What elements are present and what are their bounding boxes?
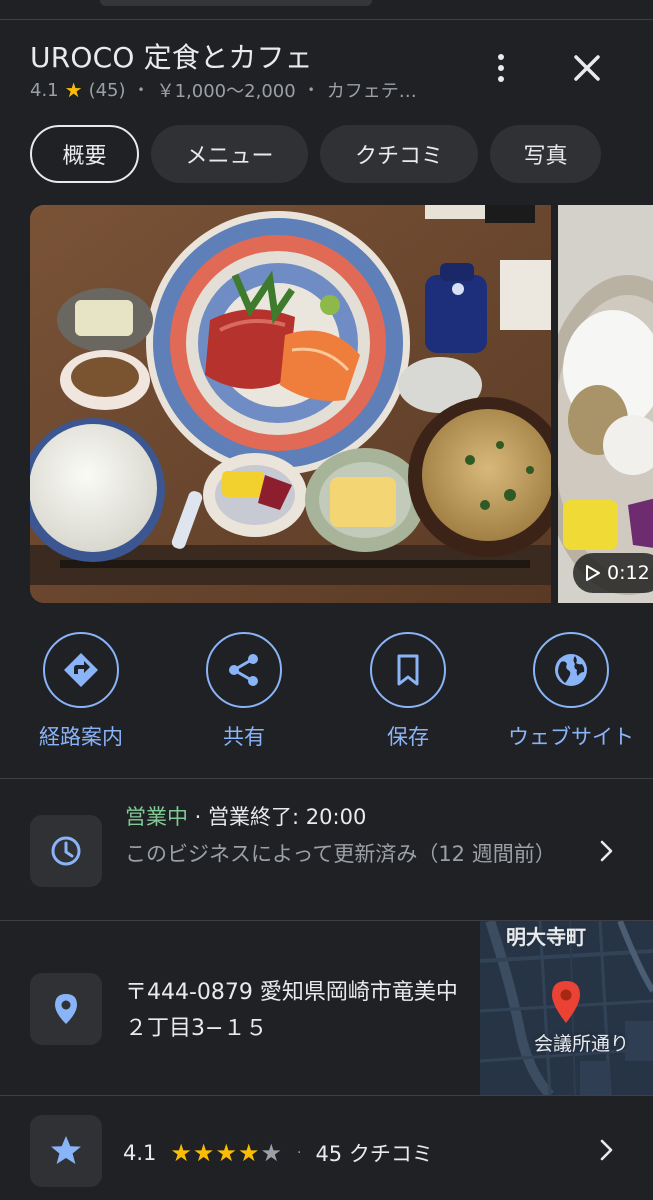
play-icon — [586, 565, 600, 581]
directions-button[interactable]: 経路案内 — [1, 632, 161, 751]
close-icon[interactable] — [566, 47, 608, 89]
clock-icon — [51, 836, 81, 866]
share-circle — [206, 632, 282, 708]
website-button[interactable]: ウェブサイト — [491, 632, 651, 751]
separator-dot: · — [296, 1145, 302, 1161]
more-options-icon[interactable] — [484, 48, 518, 88]
video-badge[interactable]: 0:12 — [573, 553, 653, 593]
chevron-right-icon[interactable] — [594, 1138, 618, 1162]
video-duration: 0:12 — [607, 562, 650, 584]
directions-icon — [64, 653, 98, 687]
share-icon — [229, 654, 258, 686]
open-status: 営業中 — [125, 805, 188, 829]
directions-label: 経路案内 — [39, 725, 123, 749]
save-circle — [370, 632, 446, 708]
reviews-count-label: 45 クチコミ — [315, 1142, 433, 1166]
separator-dot: • — [307, 83, 315, 97]
share-button[interactable]: 共有 — [164, 632, 324, 751]
directions-circle — [43, 632, 119, 708]
sheet-top-bar — [0, 0, 653, 20]
website-circle — [533, 632, 609, 708]
website-label: ウェブサイト — [508, 725, 634, 749]
address-icon-box — [30, 973, 102, 1045]
rating-value: 4.1 — [30, 79, 59, 101]
place-photo-main[interactable] — [30, 205, 551, 603]
place-title: UROCO 定食とカフェ — [30, 41, 313, 74]
hours-status-line[interactable]: 営業中 · 営業終了: 20:00 — [125, 801, 366, 831]
tab-overview[interactable]: 概要 — [30, 125, 139, 183]
price-range: ￥1,000〜2,000 — [156, 81, 296, 102]
save-label: 保存 — [387, 725, 429, 749]
review-count[interactable]: (45) — [89, 80, 126, 101]
quick-actions: 経路案内 共有 保存 ウェブサイト — [0, 632, 653, 752]
bookmark-icon — [397, 654, 419, 686]
place-summary-line: 4.1 ★ (45) • ￥1,000〜2,000 • カフェテ… — [30, 77, 417, 103]
divider — [0, 1095, 653, 1096]
reviews-summary[interactable]: 4.1 ★★★★★ · 45 クチコミ — [123, 1138, 433, 1168]
star-icon: ★ — [64, 78, 83, 102]
video-thumbnail — [558, 205, 653, 603]
divider — [0, 778, 653, 779]
tab-reviews[interactable]: クチコミ — [320, 125, 478, 183]
map-pin-icon — [552, 981, 580, 1023]
rating-stars: ★★★★★ — [170, 1139, 283, 1167]
hours-icon-box — [30, 815, 102, 887]
closing-time: 営業終了: 20:00 — [208, 805, 367, 829]
teishoku-photo — [30, 205, 551, 603]
tab-bar: 概要 メニュー クチコミ 写真 — [30, 125, 601, 183]
map-label-street: 会議所通り — [534, 1033, 630, 1055]
map-label-area: 明大寺町 — [506, 925, 586, 949]
share-label: 共有 — [223, 725, 265, 749]
hours-update-note: このビジネスによって更新済み（12 週間前） — [125, 842, 556, 866]
address-text[interactable]: 〒444-0879 愛知県岡崎市竜美中２丁目3−１５ — [125, 975, 465, 1047]
save-button[interactable]: 保存 — [328, 632, 488, 751]
star-icon — [51, 1136, 81, 1164]
reviews-icon-box — [30, 1115, 102, 1187]
place-photo-second[interactable] — [558, 205, 653, 603]
separator-dot: • — [137, 83, 145, 97]
tab-photos[interactable]: 写真 — [490, 125, 601, 183]
chevron-right-icon[interactable] — [594, 839, 618, 863]
tab-menu[interactable]: メニュー — [151, 125, 308, 183]
drag-handle[interactable] — [100, 0, 372, 6]
map-thumbnail[interactable]: 明大寺町 会議所通り — [480, 921, 653, 1095]
status-separator: · — [188, 805, 209, 829]
globe-icon — [555, 654, 587, 686]
place-category: カフェテ… — [326, 81, 417, 102]
reviews-rating-value: 4.1 — [123, 1141, 157, 1165]
location-pin-icon — [55, 994, 77, 1024]
